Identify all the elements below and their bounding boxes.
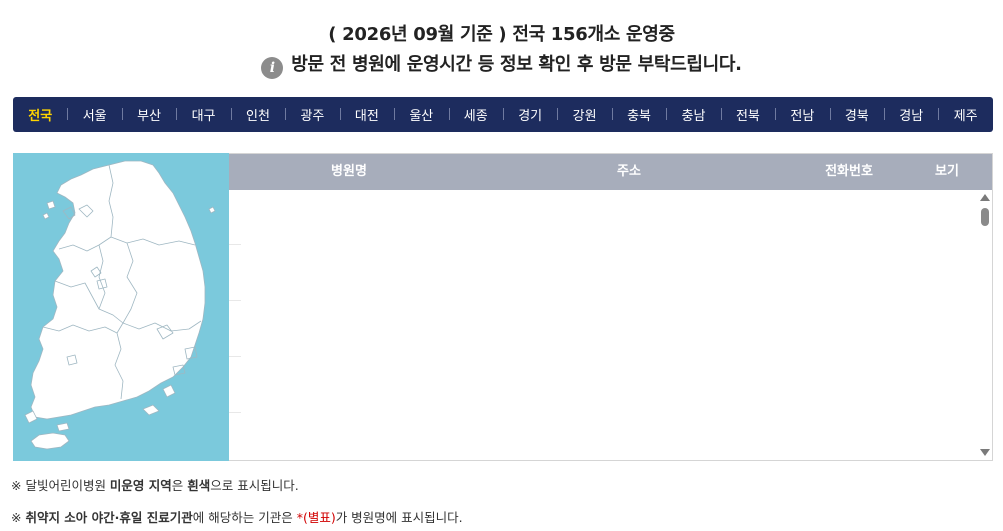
table-header: 병원명 주소 전화번호 보기 — [229, 154, 992, 190]
region-tab-gangwon[interactable]: 강원 — [557, 105, 611, 124]
table-body — [229, 190, 978, 450]
island-south-1 — [56, 422, 70, 432]
page-title: ( 2026년 09월 기준 ) 전국 156개소 운영중 — [328, 24, 675, 45]
column-header-address: 주소 — [617, 164, 641, 179]
row-divider — [229, 300, 241, 301]
jeju-shape[interactable] — [30, 432, 70, 450]
region-tab-incheon[interactable]: 인천 — [230, 105, 285, 124]
row-divider — [229, 356, 241, 357]
region-tab-jeonnam[interactable]: 전남 — [775, 105, 829, 124]
island-west-2 — [42, 212, 50, 220]
scroll-down-arrow-icon[interactable] — [980, 449, 990, 456]
island-south-2 — [142, 404, 160, 416]
hospital-table: 병원명 주소 전화번호 보기 — [229, 153, 993, 461]
row-divider — [229, 412, 241, 413]
region-tab-jeonbuk[interactable]: 전북 — [720, 105, 775, 124]
region-tab-bar: 전국 서울 부산 대구 인천 광주 대전 울산 세종 경기 강원 충북 충남 전… — [13, 97, 993, 132]
row-divider — [229, 244, 241, 245]
mainland-shape[interactable] — [30, 160, 206, 420]
region-tab-gwangju[interactable]: 광주 — [285, 105, 339, 124]
region-tab-all[interactable]: 전국 — [13, 105, 67, 124]
table-scrollbar[interactable] — [978, 190, 992, 460]
column-header-view: 보기 — [935, 164, 959, 179]
island-geoje — [162, 384, 176, 398]
korea-map — [13, 153, 229, 461]
region-tab-gyeongnam[interactable]: 경남 — [884, 105, 938, 124]
region-tab-gyeongbuk[interactable]: 경북 — [829, 105, 884, 124]
island-west-1 — [46, 200, 56, 210]
region-tab-seoul[interactable]: 서울 — [67, 105, 121, 124]
region-tab-busan[interactable]: 부산 — [121, 105, 176, 124]
region-tab-gyeonggi[interactable]: 경기 — [502, 105, 557, 124]
visit-notice: i 방문 전 병원에 운영시간 등 정보 확인 후 방문 부탁드립니다. — [0, 50, 1003, 79]
region-tab-daejeon[interactable]: 대전 — [339, 105, 394, 124]
asterisk-marker: *(별표) — [296, 510, 336, 525]
region-tab-chungbuk[interactable]: 충북 — [611, 105, 666, 124]
scroll-thumb[interactable] — [981, 208, 989, 226]
region-tab-chungnam[interactable]: 충남 — [666, 105, 720, 124]
scroll-up-arrow-icon[interactable] — [980, 194, 990, 201]
column-header-phone: 전화번호 — [825, 164, 873, 179]
region-tab-daegu[interactable]: 대구 — [176, 105, 230, 124]
island-ulleung — [208, 206, 216, 214]
region-tab-jeju[interactable]: 제주 — [938, 105, 992, 124]
note-vulnerable-area: ※ 취약지 소아 야간·휴일 진료기관에 해당하는 기관은 *(별표)가 병원명… — [11, 510, 463, 525]
region-tab-ulsan[interactable]: 울산 — [394, 105, 448, 124]
visit-notice-text: 방문 전 병원에 운영시간 등 정보 확인 후 방문 부탁드립니다. — [291, 54, 742, 75]
korea-map-svg — [24, 160, 216, 450]
region-tab-sejong[interactable]: 세종 — [448, 105, 503, 124]
note-unserved-regions: ※ 달빛어린이병원 미운영 지역은 흰색으로 표시됩니다. — [11, 478, 299, 493]
column-header-name: 병원명 — [331, 164, 367, 179]
info-icon: i — [261, 57, 284, 79]
